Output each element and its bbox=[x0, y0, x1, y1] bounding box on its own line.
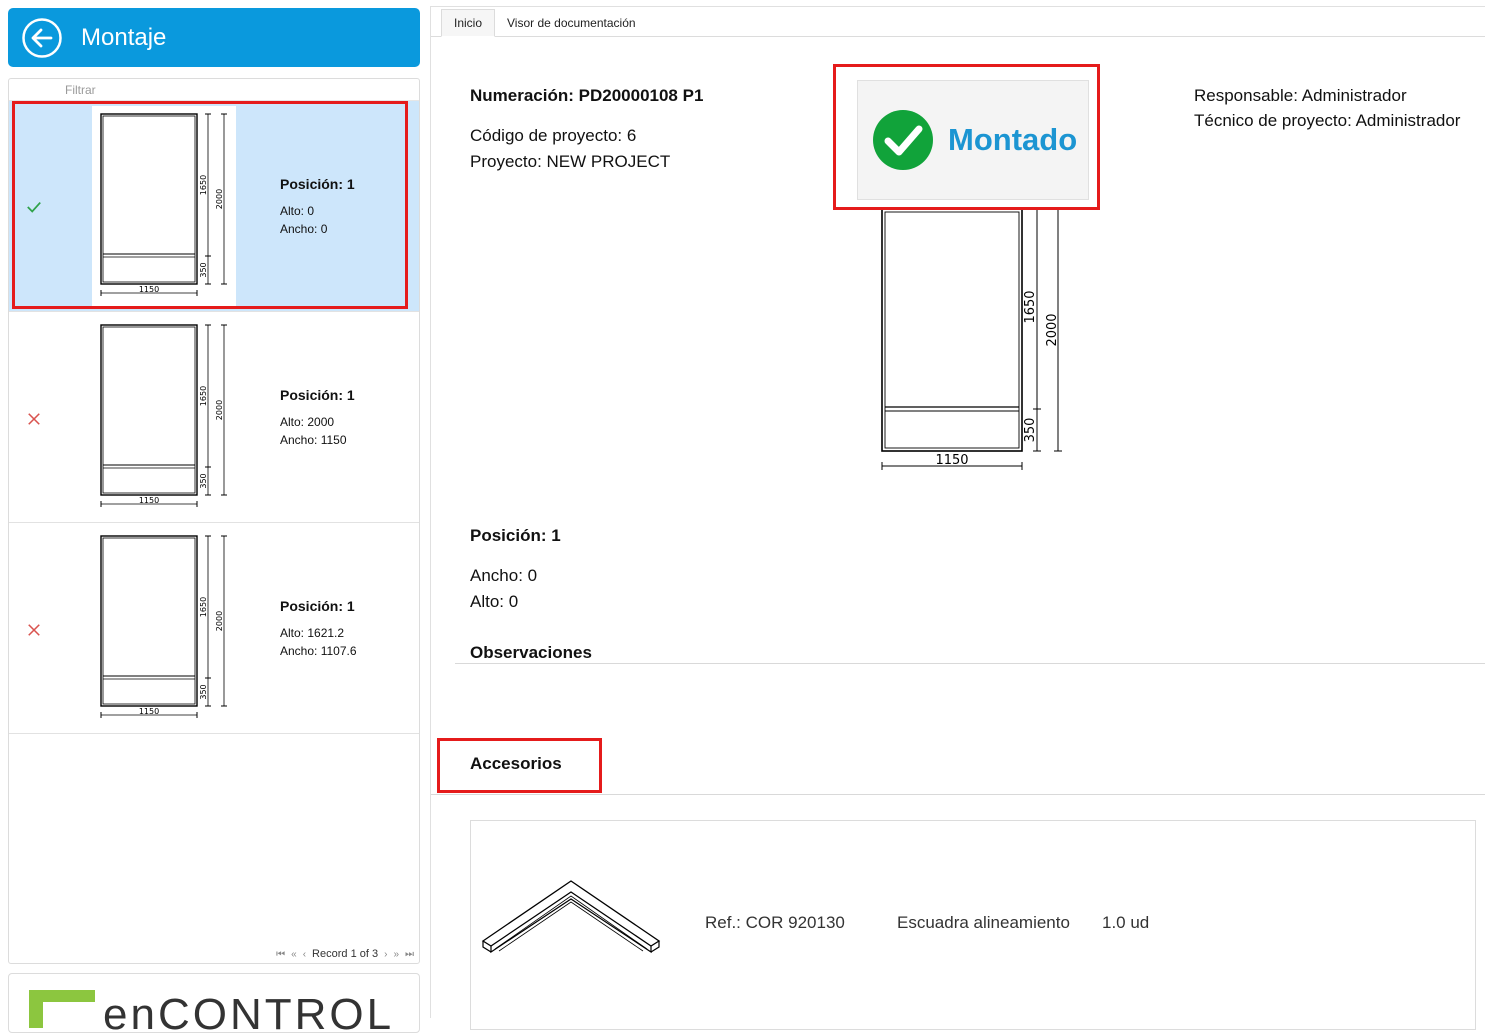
check-icon bbox=[27, 201, 41, 213]
alto-value: Alto: 0 bbox=[470, 592, 519, 611]
svg-text:350: 350 bbox=[199, 473, 208, 488]
observaciones-title: Observaciones bbox=[470, 643, 592, 662]
window-drawing-thumbnail: 1150 1650 350 2000 bbox=[92, 317, 236, 517]
position-label: Posición: 1 bbox=[280, 387, 355, 403]
svg-text:1150: 1150 bbox=[935, 453, 968, 468]
arrow-left-circle-icon[interactable] bbox=[21, 17, 63, 59]
svg-text:1150: 1150 bbox=[139, 285, 159, 294]
logo-text: enCONTROL bbox=[103, 990, 395, 1033]
position-info: Posición: 1 Alto: 0 Ancho: 0 bbox=[280, 176, 355, 238]
pager: ⏮ « ‹ Record 1 of 3 › » ⏭ bbox=[8, 945, 420, 963]
filter-input[interactable]: Filtrar bbox=[9, 79, 419, 101]
svg-text:2000: 2000 bbox=[215, 611, 224, 631]
pager-next-icon[interactable]: › bbox=[384, 949, 387, 960]
montado-label: Montado bbox=[948, 122, 1078, 157]
svg-text:2000: 2000 bbox=[215, 400, 224, 420]
position-info: Posición: 1 Alto: 2000 Ancho: 1150 bbox=[280, 387, 355, 449]
alto-label: Alto: 1621.2 bbox=[280, 626, 345, 640]
pager-status: Record 1 of 3 bbox=[312, 948, 379, 960]
svg-text:2000: 2000 bbox=[1045, 313, 1060, 346]
svg-text:1650: 1650 bbox=[199, 597, 208, 617]
alto-label: Alto: 2000 bbox=[280, 415, 335, 429]
responsable-label: Responsable: Administrador bbox=[1194, 86, 1407, 105]
list-item[interactable]: 1150 1650 350 2000 Posición: 1 Alto: 200… bbox=[9, 312, 419, 523]
list-item[interactable]: 1150 1650 350 2000 Posición: 1 Alto: 0 A… bbox=[9, 101, 419, 312]
pager-first-icon[interactable]: ⏮ bbox=[276, 949, 285, 960]
svg-text:1650: 1650 bbox=[1023, 290, 1038, 323]
svg-text:1150: 1150 bbox=[139, 707, 159, 716]
numeracion-label: Numeración: PD20000108 P1 bbox=[470, 86, 704, 105]
ancho-label: Ancho: 1150 bbox=[280, 433, 347, 447]
svg-text:1650: 1650 bbox=[199, 386, 208, 406]
pager-prev-icon[interactable]: ‹ bbox=[303, 949, 306, 960]
accessory-item[interactable]: Ref.: COR 920130 Escuadra alineamiento 1… bbox=[470, 820, 1476, 1030]
page-title: Montaje bbox=[81, 23, 167, 51]
tab-inicio[interactable]: Inicio bbox=[441, 9, 496, 37]
divider bbox=[455, 663, 1485, 664]
ancho-label: Ancho: 1107.6 bbox=[280, 644, 357, 658]
codigo-proyecto-label: Código de proyecto: 6 bbox=[470, 126, 637, 145]
svg-text:1650: 1650 bbox=[199, 175, 208, 195]
svg-text:350: 350 bbox=[1023, 418, 1038, 443]
detail-panel: Inicio Visor de documentación Numeración… bbox=[430, 6, 1485, 1030]
list-item[interactable]: 1150 1650 350 2000 Posición: 1 Alto: 162… bbox=[9, 523, 419, 734]
position-info: Posición: 1 Alto: 1621.2 Ancho: 1107.6 bbox=[280, 598, 357, 660]
accessory-ref: Ref.: COR 920130 bbox=[705, 913, 845, 932]
alto-label: Alto: 0 bbox=[280, 204, 315, 218]
pager-next-page-icon[interactable]: » bbox=[393, 949, 399, 960]
left-panel: Montaje Filtrar 1150 1650 350 2000 Posic… bbox=[0, 0, 428, 1033]
corner-bracket-image bbox=[481, 880, 661, 954]
window-drawing-thumbnail: 1150 1650 350 2000 bbox=[92, 528, 236, 728]
cross-icon bbox=[28, 624, 40, 636]
accesorios-title: Accesorios bbox=[470, 754, 562, 773]
window-drawing-thumbnail: 1150 1650 350 2000 bbox=[92, 106, 236, 306]
proyecto-label: Proyecto: NEW PROJECT bbox=[470, 152, 671, 171]
tab-bar: Inicio Visor de documentación bbox=[431, 7, 1485, 37]
montado-button[interactable]: Montado bbox=[857, 80, 1089, 200]
accessory-description: Escuadra alineamiento bbox=[897, 913, 1070, 932]
window-drawing: 1150 1650 350 2000 bbox=[881, 208, 1062, 470]
logo-mark-icon bbox=[29, 990, 95, 1028]
position-label: Posición: 1 bbox=[280, 176, 355, 192]
svg-text:2000: 2000 bbox=[215, 189, 224, 209]
ancho-label: Ancho: 0 bbox=[280, 222, 328, 236]
cross-icon bbox=[28, 413, 40, 425]
tab-visor-documentacion[interactable]: Visor de documentación bbox=[495, 10, 648, 36]
pager-last-icon[interactable]: ⏭ bbox=[405, 949, 414, 960]
check-circle-icon bbox=[873, 110, 933, 170]
svg-text:350: 350 bbox=[199, 262, 208, 277]
svg-text:1150: 1150 bbox=[139, 496, 159, 505]
divider bbox=[431, 794, 1485, 795]
ancho-value: Ancho: 0 bbox=[470, 566, 538, 585]
accessory-quantity: 1.0 ud bbox=[1102, 913, 1150, 932]
tecnico-label: Técnico de proyecto: Administrador bbox=[1194, 111, 1461, 130]
pager-prev-page-icon[interactable]: « bbox=[291, 949, 297, 960]
positions-list: Filtrar 1150 1650 350 2000 Posición: 1 A… bbox=[8, 78, 420, 964]
logo: enCONTROL bbox=[8, 973, 420, 1033]
svg-text:350: 350 bbox=[199, 684, 208, 699]
position-title: Posición: 1 bbox=[470, 526, 561, 545]
position-label: Posición: 1 bbox=[280, 598, 355, 614]
app-header: Montaje bbox=[8, 8, 420, 67]
